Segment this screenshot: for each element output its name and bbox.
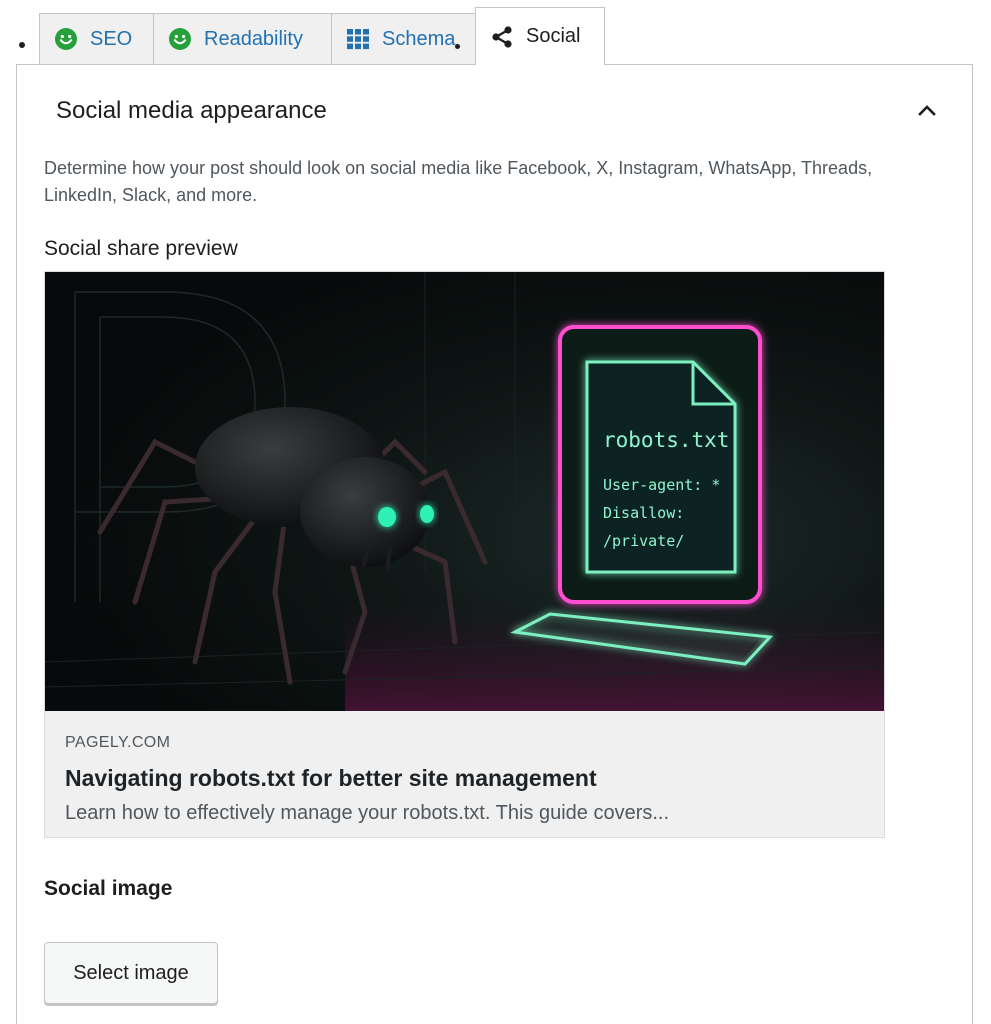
chevron-up-icon: [918, 105, 936, 116]
tab-schema-label: Schema: [382, 27, 456, 50]
select-image-button[interactable]: Select image: [44, 942, 218, 1004]
preview-image-line1: User-agent: *: [603, 476, 720, 494]
preview-domain: PAGELY.COM: [65, 734, 171, 751]
smile-icon: [169, 28, 191, 50]
preview-title: Navigating robots.txt for better site ma…: [65, 765, 597, 791]
grid-icon: [347, 29, 369, 50]
tab-social-label: Social: [526, 25, 581, 47]
preview-heading: Social share preview: [44, 237, 238, 260]
tab-social[interactable]: Social: [475, 7, 605, 65]
preview-image-line3: /private/: [603, 532, 684, 550]
smile-icon: [55, 28, 77, 50]
tab-readability-label: Readability: [204, 27, 303, 50]
panel-title: Social media appearance: [56, 97, 327, 124]
social-panel: Social media appearance Determine how yo…: [16, 64, 973, 1024]
preview-image: robots.txt User-agent: * Disallow: /priv…: [45, 272, 884, 711]
share-icon: [492, 25, 512, 48]
preview-image-filename: robots.txt: [603, 428, 729, 452]
tab-seo-label: SEO: [90, 27, 133, 50]
social-image-heading: Social image: [44, 877, 173, 900]
social-share-preview: robots.txt User-agent: * Disallow: /priv…: [44, 271, 885, 838]
list-bullet: [19, 42, 25, 48]
social-appearance-toggle[interactable]: Social media appearance: [17, 65, 972, 157]
tab-readability[interactable]: Readability: [153, 13, 332, 64]
tab-schema[interactable]: Schema: [331, 13, 476, 64]
tab-seo[interactable]: SEO: [39, 13, 154, 64]
preview-image-line2: Disallow:: [603, 504, 684, 522]
preview-description: Learn how to effectively manage your rob…: [65, 802, 670, 824]
seo-metabox: SEO Readability Schema Social Social med…: [0, 0, 991, 1024]
panel-description: Determine how your post should look on s…: [44, 158, 873, 205]
cursor-dot: [455, 44, 460, 49]
